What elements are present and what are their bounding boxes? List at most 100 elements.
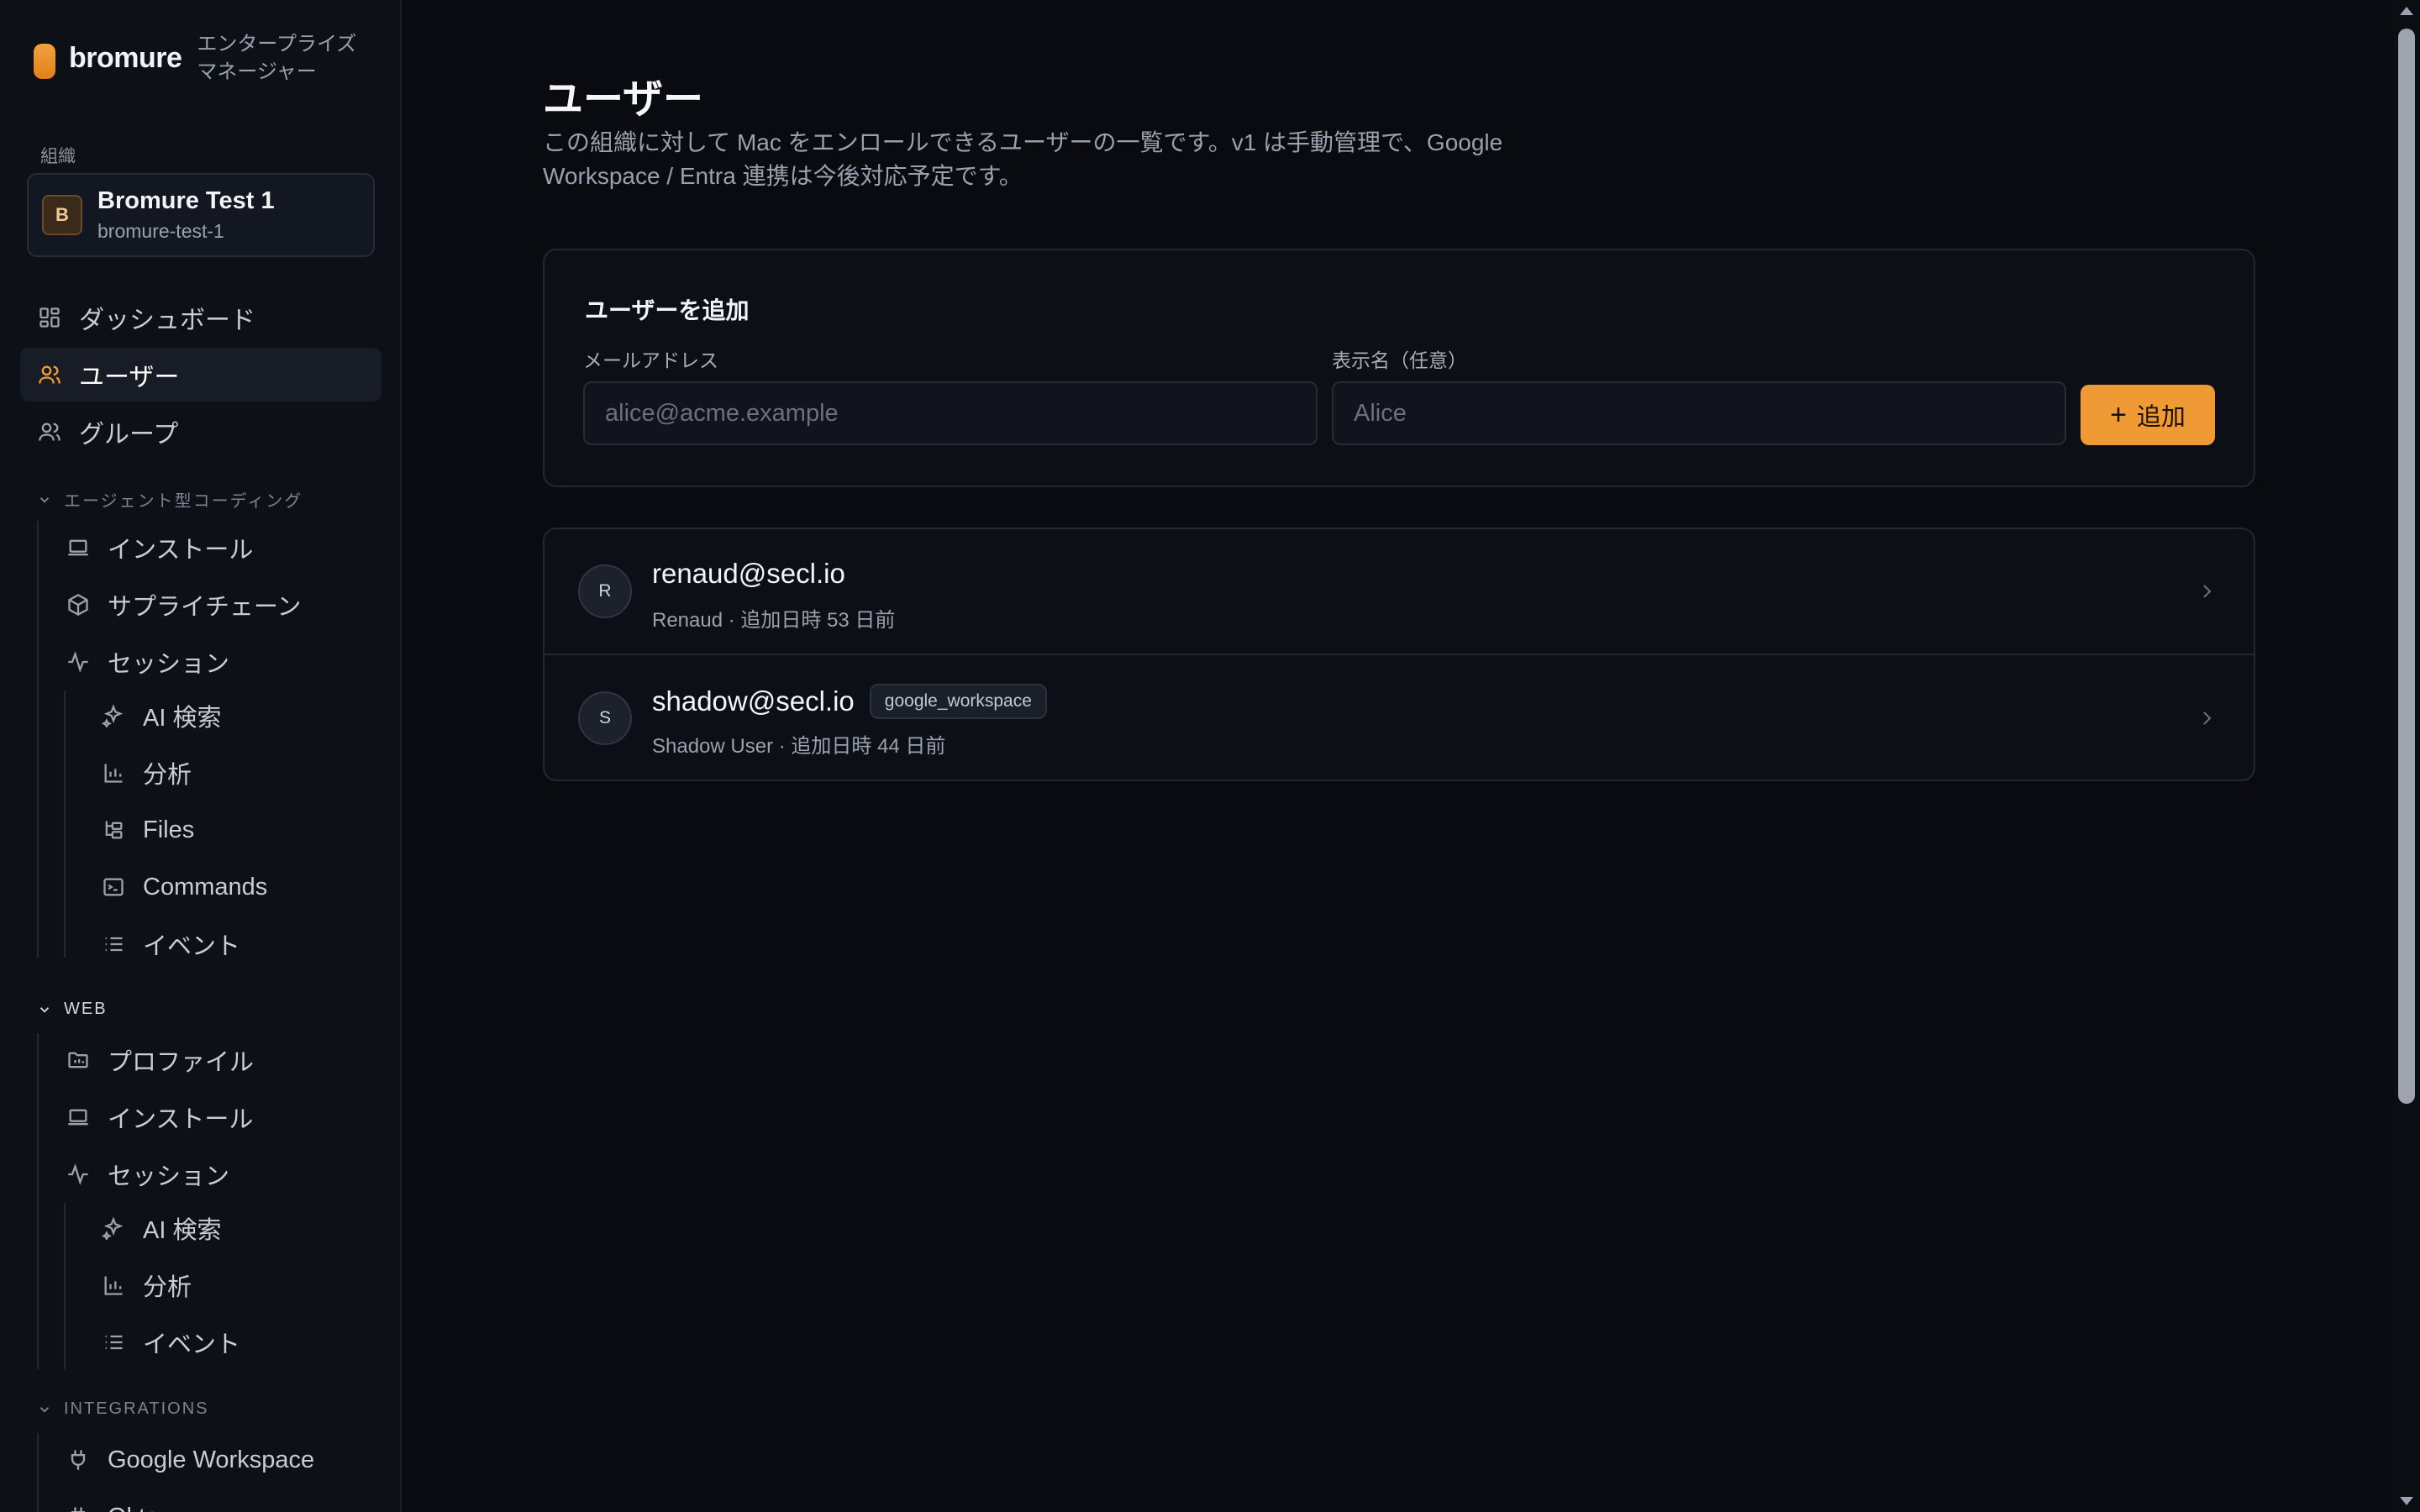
tree-line xyxy=(37,521,39,958)
page-title: ユーザー xyxy=(543,77,704,122)
user-email: renaud@secl.io xyxy=(652,558,845,589)
sidebar-item-label: Google Workspace xyxy=(108,1446,315,1473)
org-name: Bromure Test 1 xyxy=(97,187,275,214)
sidebar-item-web-events[interactable]: イベント xyxy=(77,1315,376,1369)
sidebar-item-label: サプライチェーン xyxy=(108,594,302,621)
sidebar-item-agentic-commands[interactable]: Commands xyxy=(77,860,376,914)
sidebar: bromure エンタープライズマネージャー 組織 B Bromure Test… xyxy=(0,0,402,1512)
sparkles-icon xyxy=(101,1215,126,1241)
sidebar-item-label: AI 検索 xyxy=(143,705,222,732)
avatar: S xyxy=(578,691,632,745)
email-label: メールアドレス xyxy=(583,349,718,371)
sidebar-item-agentic-files[interactable]: Files xyxy=(77,803,376,857)
brand-name: bromure xyxy=(69,42,182,74)
bar-chart-icon xyxy=(101,1273,126,1298)
source-badge: google_workspace xyxy=(869,684,1047,719)
dashboard-icon xyxy=(37,305,62,330)
section-agentic-label: エージェント型コーディング xyxy=(64,492,303,511)
list-icon xyxy=(101,932,126,957)
email-field[interactable] xyxy=(583,381,1318,445)
tree-line xyxy=(64,1203,66,1369)
tree-line xyxy=(37,1033,39,1369)
sidebar-item-web-analytics[interactable]: 分析 xyxy=(77,1258,376,1312)
user-list: R renaud@secl.io Renaud · 追加日時 53 日前 S s… xyxy=(543,528,2255,781)
sidebar-item-label: 分析 xyxy=(143,1274,192,1301)
avatar: R xyxy=(578,564,632,618)
sidebar-item-label: グループ xyxy=(79,421,179,449)
sidebar-item-label: イベント xyxy=(143,1331,241,1358)
org-label: 組織 xyxy=(40,147,76,166)
scroll-up-arrow-icon[interactable] xyxy=(2400,7,2413,15)
section-integrations-label: INTEGRATIONS xyxy=(64,1399,209,1418)
scroll-down-arrow-icon[interactable] xyxy=(2400,1497,2413,1505)
list-icon xyxy=(101,1330,126,1355)
users-icon xyxy=(37,362,62,387)
sidebar-item-web-install[interactable]: インストール xyxy=(49,1090,376,1144)
activity-icon xyxy=(66,649,91,675)
brand[interactable]: bromure エンタープライズマネージャー xyxy=(34,30,373,86)
plug-icon xyxy=(66,1504,91,1512)
brand-logo xyxy=(34,44,55,79)
user-row[interactable]: S shadow@secl.io google_workspace Shadow… xyxy=(544,655,2254,780)
sidebar-item-label: セッション xyxy=(108,1163,230,1190)
sidebar-item-web-sessions[interactable]: セッション xyxy=(49,1147,376,1201)
sidebar-item-label: インストール xyxy=(108,1106,254,1133)
sidebar-item-agentic-events[interactable]: イベント xyxy=(77,917,376,971)
sidebar-item-google-workspace[interactable]: Google Workspace xyxy=(49,1433,376,1487)
plug-icon xyxy=(66,1447,91,1473)
add-user-button-label: 追加 xyxy=(2136,404,2186,431)
package-icon xyxy=(66,592,91,617)
user-email: shadow@secl.io xyxy=(652,685,855,717)
chevron-right-icon xyxy=(2203,711,2212,725)
main-content: ユーザー この組織に対して Mac をエンロールできるユーザーの一覧です。v1 … xyxy=(403,0,2393,1512)
tree-line xyxy=(64,690,66,958)
org-switcher[interactable]: B Bromure Test 1 bromure-test-1 xyxy=(27,173,375,257)
display-name-label: 表示名（任意） xyxy=(1332,349,1467,371)
section-agentic-toggle[interactable]: エージェント型コーディング xyxy=(37,487,302,512)
tree-line xyxy=(37,1433,39,1512)
sidebar-item-label: ユーザー xyxy=(79,364,180,391)
sidebar-item-label: Files xyxy=(143,816,195,843)
user-row[interactable]: R renaud@secl.io Renaud · 追加日時 53 日前 xyxy=(544,529,2254,655)
sidebar-item-agentic-analytics[interactable]: 分析 xyxy=(77,746,376,800)
page-description: この組織に対して Mac をエンロールできるユーザーの一覧です。v1 は手動管理… xyxy=(543,129,1503,189)
chevron-down-icon xyxy=(39,496,50,503)
sidebar-item-dashboard[interactable]: ダッシュボード xyxy=(20,291,381,344)
sidebar-item-integration-next[interactable]: Okta xyxy=(49,1490,376,1512)
sidebar-item-users[interactable]: ユーザー xyxy=(20,348,381,402)
sidebar-item-label: 分析 xyxy=(143,762,192,789)
bar-chart-icon xyxy=(101,760,126,785)
page-scrollbar[interactable] xyxy=(2393,0,2420,1512)
sidebar-item-label: イベント xyxy=(143,933,241,960)
groups-icon xyxy=(37,419,62,444)
user-meta: Renaud · 追加日時 53 日前 xyxy=(652,609,896,632)
activity-icon xyxy=(66,1162,91,1187)
chevron-right-icon xyxy=(2203,585,2212,598)
sidebar-item-label: Okta xyxy=(108,1504,159,1512)
chevron-down-icon xyxy=(39,1006,50,1013)
add-user-title: ユーザーを追加 xyxy=(585,297,750,323)
sidebar-item-web-profiles[interactable]: プロファイル xyxy=(49,1033,376,1087)
sidebar-item-label: インストール xyxy=(108,537,254,564)
sidebar-item-groups[interactable]: グループ xyxy=(20,405,381,459)
scroll-thumb[interactable] xyxy=(2398,29,2415,1104)
user-meta: Shadow User · 追加日時 44 日前 xyxy=(652,735,946,758)
laptop-icon xyxy=(66,1105,91,1130)
sidebar-item-web-ai-search[interactable]: AI 検索 xyxy=(77,1201,376,1255)
sidebar-item-agentic-ai-search[interactable]: AI 検索 xyxy=(77,689,376,743)
section-web-toggle[interactable]: WEB xyxy=(37,1000,108,1019)
brand-tagline: エンタープライズマネージャー xyxy=(197,33,357,83)
sidebar-item-agentic-install[interactable]: インストール xyxy=(49,521,376,575)
chevron-down-icon xyxy=(39,1406,50,1413)
sidebar-item-agentic-sessions[interactable]: セッション xyxy=(49,635,376,689)
sidebar-item-label: セッション xyxy=(108,651,230,678)
section-web-label: WEB xyxy=(64,1000,108,1018)
laptop-icon xyxy=(66,535,91,560)
section-integrations-toggle[interactable]: INTEGRATIONS xyxy=(37,1399,209,1419)
sidebar-item-label: AI 検索 xyxy=(143,1217,222,1244)
add-user-button[interactable]: + 追加 xyxy=(2081,385,2215,445)
display-name-field[interactable] xyxy=(1332,381,2066,445)
sidebar-item-supply-chain[interactable]: サプライチェーン xyxy=(49,578,376,632)
folder-tree-icon xyxy=(101,817,126,843)
sidebar-item-label: プロファイル xyxy=(108,1049,255,1076)
